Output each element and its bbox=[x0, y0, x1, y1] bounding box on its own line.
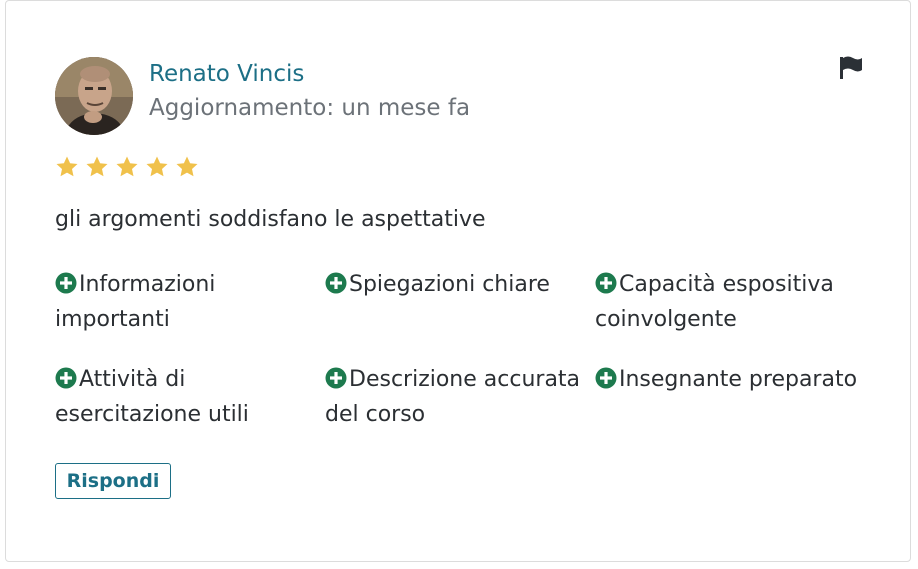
tag-label: Insegnante preparato bbox=[619, 367, 858, 392]
plus-circle-icon bbox=[55, 270, 77, 294]
tag-label: Informazioni importanti bbox=[55, 272, 216, 332]
tag-label: Spiegazioni chiare bbox=[349, 272, 550, 297]
star-icon bbox=[116, 156, 138, 177]
star-icon bbox=[86, 156, 108, 177]
plus-circle-icon bbox=[325, 365, 347, 389]
star-icon bbox=[56, 156, 78, 177]
plus-circle-icon bbox=[325, 270, 347, 294]
author-name-link[interactable]: Renato Vincis bbox=[149, 61, 304, 87]
tag-label: Descrizione accurata del corso bbox=[325, 367, 581, 427]
review-comment: gli argomenti soddisfano le aspettative bbox=[55, 207, 486, 232]
tag-insegnante-preparato: Insegnante preparato bbox=[595, 362, 860, 397]
tag-descrizione-accurata: Descrizione accurata del corso bbox=[325, 362, 590, 432]
plus-circle-icon bbox=[595, 365, 617, 389]
flag-icon[interactable] bbox=[837, 55, 865, 81]
rating-stars bbox=[55, 155, 199, 179]
avatar-photo bbox=[55, 57, 133, 135]
tag-spiegazioni-chiare: Spiegazioni chiare bbox=[325, 267, 590, 302]
reply-button[interactable]: Rispondi bbox=[55, 463, 171, 499]
tag-label: Capacità espositiva coinvolgente bbox=[595, 272, 834, 332]
updated-timestamp: Aggiornamento: un mese fa bbox=[149, 95, 471, 121]
star-icon bbox=[146, 156, 168, 177]
star-icon bbox=[176, 156, 198, 177]
avatar bbox=[55, 57, 133, 135]
tag-attivita-esercitazione: Attività di esercitazione utili bbox=[55, 362, 320, 432]
tag-capacita-espositiva: Capacità espositiva coinvolgente bbox=[595, 267, 860, 337]
tag-label: Attività di esercitazione utili bbox=[55, 367, 249, 427]
plus-circle-icon bbox=[595, 270, 617, 294]
plus-circle-icon bbox=[55, 365, 77, 389]
review-card: Renato Vincis Aggiornamento: un mese fa … bbox=[5, 0, 911, 562]
tag-informazioni-importanti: Informazioni importanti bbox=[55, 267, 320, 337]
